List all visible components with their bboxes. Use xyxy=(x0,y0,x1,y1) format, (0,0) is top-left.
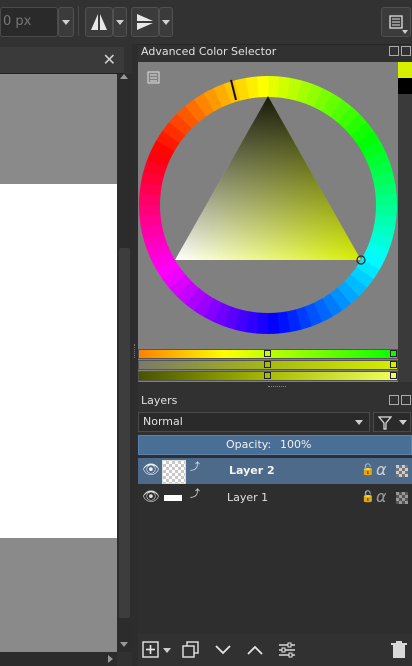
filter-icon xyxy=(378,416,392,430)
delete-layer-icon[interactable] xyxy=(390,641,408,659)
hue-ring-segment xyxy=(267,312,280,334)
current-color-swatch[interactable] xyxy=(398,62,412,78)
opacity-value: 100% xyxy=(280,438,312,451)
hue-ring-segment xyxy=(375,193,397,206)
hue-slider-end-handle[interactable] xyxy=(390,350,397,357)
saturation-slider-end-handle[interactable] xyxy=(390,361,397,368)
canvas-page[interactable] xyxy=(0,184,117,538)
color-selector-title: Advanced Color Selector xyxy=(141,45,277,58)
duplicate-layer-icon[interactable] xyxy=(182,641,200,659)
eye-icon[interactable]: 👁 xyxy=(142,489,160,505)
canvas-horizontal-scrollbar[interactable] xyxy=(0,652,117,666)
blend-mode-value: Normal xyxy=(143,415,183,428)
saturation-slider-handle[interactable] xyxy=(264,361,271,368)
opacity-label: Opacity: xyxy=(226,438,272,451)
move-layer-up-icon[interactable] xyxy=(246,641,264,659)
docker-resize-handle[interactable] xyxy=(268,386,286,389)
layer-filter-button[interactable] xyxy=(373,412,411,432)
value-slider-handle[interactable] xyxy=(264,372,271,379)
hue-slider-handle[interactable] xyxy=(264,350,271,357)
blend-mode-select[interactable]: Normal xyxy=(138,412,370,432)
mirror-horizontal-button[interactable] xyxy=(85,7,113,37)
previous-color-swatch[interactable] xyxy=(398,78,412,94)
layer-row-layer-1[interactable]: 👁 ⤴ Layer 1 🔓 α xyxy=(138,485,412,511)
layer-thumbnail xyxy=(164,495,182,501)
float-docker-icon[interactable] xyxy=(389,46,399,56)
mirror-horizontal-dropdown[interactable] xyxy=(113,7,127,37)
value-slider-end-handle[interactable] xyxy=(390,372,397,379)
add-layer-icon[interactable] xyxy=(142,641,160,659)
layer-name[interactable]: Layer 2 xyxy=(229,464,275,477)
layer-name[interactable]: Layer 1 xyxy=(227,491,268,504)
color-history-strip xyxy=(398,94,412,382)
mirror-vertical-icon xyxy=(137,14,153,30)
layer-thumbnail xyxy=(162,460,186,484)
close-docker-icon[interactable] xyxy=(401,46,411,56)
add-layer-dropdown-icon[interactable] xyxy=(163,648,171,653)
mirror-vertical-dropdown[interactable] xyxy=(159,7,173,37)
opacity-slider[interactable]: Opacity: 100% xyxy=(138,435,412,455)
alpha-lock-icon[interactable]: α xyxy=(376,460,387,479)
inherit-alpha-icon[interactable] xyxy=(396,465,408,477)
size-spinbox[interactable]: 0 px xyxy=(0,7,58,37)
layer-properties-icon[interactable] xyxy=(278,641,296,659)
layers-float-icon[interactable] xyxy=(389,395,399,405)
layers-close-icon[interactable] xyxy=(401,395,411,405)
eye-icon[interactable]: 👁 xyxy=(142,462,160,478)
mirror-vertical-button[interactable] xyxy=(131,7,159,37)
top-toolbar: 0 px xyxy=(0,0,412,45)
workspace-button[interactable] xyxy=(381,7,411,37)
document-tab[interactable]: ✕ xyxy=(0,47,124,74)
layers-bottom-toolbar xyxy=(138,634,412,666)
canvas-vertical-scrollbar[interactable] xyxy=(117,74,132,652)
mirror-horizontal-icon xyxy=(91,14,107,30)
move-layer-down-icon[interactable] xyxy=(214,641,232,659)
color-wheel[interactable] xyxy=(138,62,398,382)
size-dropdown-button[interactable] xyxy=(58,7,74,37)
hue-ring-segment xyxy=(139,204,161,217)
size-value: 0 px xyxy=(3,14,32,29)
paint-layer-icon: ⤴ xyxy=(190,489,200,500)
close-icon[interactable]: ✕ xyxy=(103,50,116,69)
paint-layer-icon: ⤴ xyxy=(190,462,200,473)
hue-ring-segment xyxy=(256,76,269,98)
layer-row-layer-2[interactable]: 👁 ⤴ Layer 2 🔓 α xyxy=(138,458,412,484)
lock-icon[interactable]: 🔓 xyxy=(361,490,375,503)
layers-title: Layers xyxy=(141,394,178,407)
inherit-alpha-icon[interactable] xyxy=(396,492,408,504)
lock-icon[interactable]: 🔓 xyxy=(361,463,375,476)
alpha-lock-icon[interactable]: α xyxy=(376,487,387,506)
